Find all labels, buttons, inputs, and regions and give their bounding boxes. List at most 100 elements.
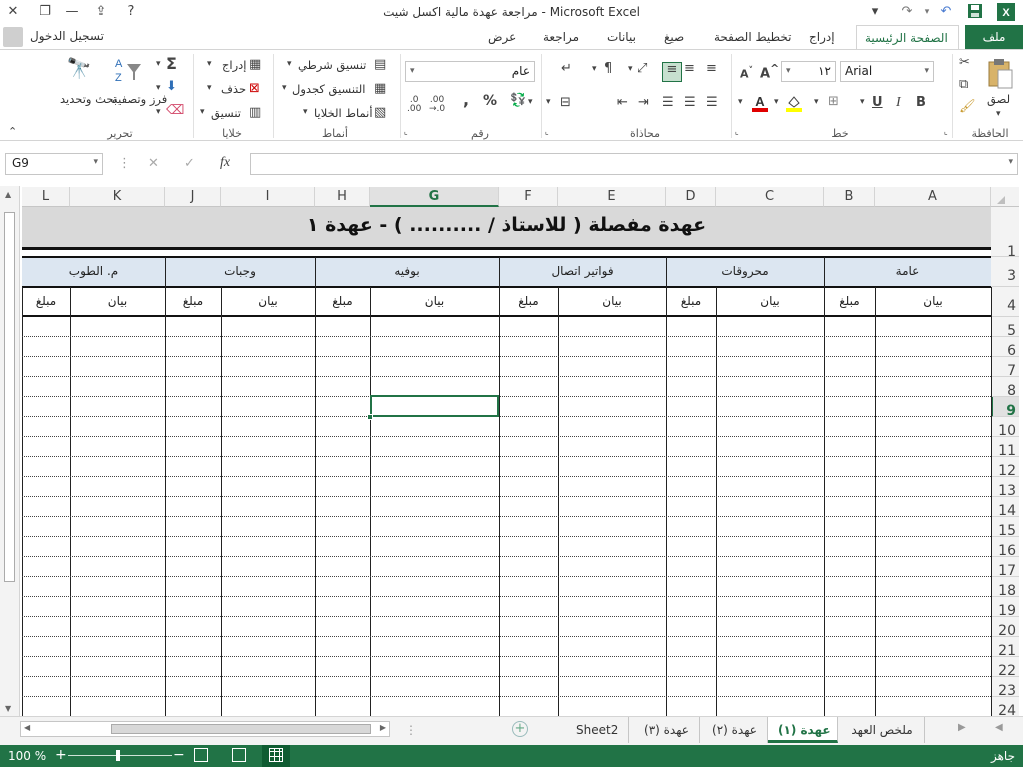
group-header-2[interactable]: فواتير اتصال <box>499 264 666 278</box>
row-header-9[interactable]: 9 <box>991 397 1019 419</box>
underline-icon[interactable]: U <box>872 96 883 109</box>
subheader-k[interactable]: بيان <box>70 294 165 308</box>
row-header-13[interactable]: 13 <box>991 477 1019 499</box>
increase-indent-icon[interactable]: ⇥ <box>638 96 649 109</box>
tab-file[interactable]: ملف <box>965 25 1023 49</box>
sheet-tab-3[interactable]: عهدة (٣) <box>634 717 700 743</box>
shrink-font-icon[interactable]: A˅ <box>740 66 753 80</box>
row-header-7[interactable]: 7 <box>991 357 1019 379</box>
paste-label[interactable]: لصق <box>987 92 1010 106</box>
new-sheet-icon[interactable]: + <box>512 721 528 737</box>
align-left-icon[interactable]: ☰ <box>662 96 674 109</box>
merge-dropdown-icon[interactable]: ▾ <box>546 98 551 107</box>
undo-icon[interactable]: ↶ <box>937 3 955 21</box>
wrap-text-icon[interactable]: ↵ <box>561 62 572 75</box>
row-header-16[interactable]: 16 <box>991 537 1019 559</box>
subheader-l[interactable]: مبلغ <box>22 294 70 308</box>
tab-insert[interactable]: إدراج <box>801 25 843 49</box>
subheader-h[interactable]: مبلغ <box>315 294 370 308</box>
column-header-b[interactable]: B <box>824 187 875 207</box>
group-header-1[interactable]: محروقات <box>666 264 824 278</box>
zoom-out-icon[interactable]: − <box>173 747 185 763</box>
number-format-box[interactable]: ▾ عام <box>405 61 535 82</box>
column-header-g[interactable]: G <box>370 187 499 207</box>
conditional-formatting-button[interactable]: تنسيق شرطي <box>298 58 366 72</box>
sheet-tab-sheet2[interactable]: Sheet2 <box>566 717 630 743</box>
conditional-formatting-icon[interactable]: ▤ <box>374 58 386 71</box>
subheader-a[interactable]: بيان <box>875 294 991 308</box>
column-header-l[interactable]: L <box>22 187 70 207</box>
format-as-table-icon[interactable]: ▦ <box>374 82 386 95</box>
subheader-c[interactable]: بيان <box>716 294 824 308</box>
row-header-18[interactable]: 18 <box>991 577 1019 599</box>
subheader-f[interactable]: مبلغ <box>499 294 558 308</box>
subheader-i[interactable]: بيان <box>221 294 315 308</box>
cell-styles-icon[interactable]: ▧ <box>374 106 386 119</box>
fill-color-icon[interactable] <box>785 94 803 115</box>
insert-function-icon[interactable]: fx <box>220 156 230 170</box>
font-size-box[interactable]: ▾ ١٢ <box>781 61 836 82</box>
column-header-d[interactable]: D <box>666 187 716 207</box>
page-break-view-icon[interactable] <box>194 748 208 762</box>
row-header-6[interactable]: 6 <box>991 337 1019 359</box>
save-icon[interactable] <box>966 3 984 21</box>
format-painter-icon[interactable]: 🖌 <box>959 100 976 113</box>
cancel-entry-icon[interactable]: ✕ <box>148 157 159 170</box>
customize-qat-icon[interactable]: ▾ <box>866 3 884 21</box>
scroll-right-icon[interactable]: ▶ <box>380 723 386 732</box>
tab-view[interactable]: عرض <box>480 25 524 49</box>
fat-dropdown-icon[interactable]: ▾ <box>282 84 287 93</box>
sheet-tab-summary[interactable]: ملخص العهد <box>840 717 925 743</box>
row-header-21[interactable]: 21 <box>991 637 1019 659</box>
find-select-icon[interactable]: 🔭 <box>64 58 94 78</box>
find-select-button[interactable]: بحث وتحديد <box>60 92 117 107</box>
subheader-e[interactable]: بيان <box>558 294 666 308</box>
align-bottom-icon[interactable]: ≡ <box>662 62 682 82</box>
enter-entry-icon[interactable]: ✓ <box>184 157 195 170</box>
grow-font-icon[interactable]: A^ <box>760 63 779 80</box>
group-header-0[interactable]: عامة <box>824 264 991 278</box>
column-header-f[interactable]: F <box>499 187 558 207</box>
zoom-in-icon[interactable]: + <box>55 747 67 763</box>
insert-cells-icon[interactable]: ▦ <box>249 58 261 71</box>
row-header-24[interactable]: 24 <box>991 697 1019 716</box>
normal-view-icon[interactable] <box>262 745 290 767</box>
font-color-dropdown-icon[interactable]: ▾ <box>738 98 743 107</box>
borders-icon[interactable]: ⊞ <box>828 95 839 108</box>
insert-dropdown-icon[interactable]: ▾ <box>207 60 212 69</box>
name-box[interactable]: G9 ▾ <box>5 153 103 175</box>
format-cells-icon[interactable]: ▥ <box>249 106 261 119</box>
column-header-e[interactable]: E <box>558 187 666 207</box>
cf-dropdown-icon[interactable]: ▾ <box>287 60 292 69</box>
row-header-3[interactable]: 3 <box>991 257 1019 287</box>
group-header-3[interactable]: بوفيه <box>315 264 499 278</box>
autosum-icon[interactable]: Σ <box>166 56 177 72</box>
group-header-4[interactable]: وجبات <box>165 264 315 278</box>
row-header-19[interactable]: 19 <box>991 597 1019 619</box>
sheet-tab-2[interactable]: عهدة (٢) <box>702 717 768 743</box>
clipboard-launcher-icon[interactable]: ⌞ <box>944 128 948 136</box>
column-header-j[interactable]: J <box>165 187 221 207</box>
subheader-g[interactable]: بيان <box>370 294 499 308</box>
paste-icon[interactable] <box>985 58 1015 92</box>
sort-filter-button[interactable]: فرز وتصفية <box>112 92 167 107</box>
decrease-decimal-icon[interactable]: .00 →.0 <box>429 96 445 114</box>
row-header-14[interactable]: 14 <box>991 497 1019 519</box>
row-header-17[interactable]: 17 <box>991 557 1019 579</box>
tab-page-layout[interactable]: تخطيط الصفحة <box>706 25 799 49</box>
currency-icon[interactable]: 💱 <box>510 94 526 107</box>
increase-decimal-icon[interactable]: .0.00 <box>407 96 421 114</box>
comma-icon[interactable]: , <box>463 92 469 108</box>
number-launcher-icon[interactable]: ⌞ <box>404 128 408 136</box>
tab-scroll-right-icon[interactable]: ▶ <box>958 722 966 733</box>
tab-data[interactable]: بيانات <box>599 25 644 49</box>
sheet-tab-1[interactable]: عهدة (١) <box>768 717 838 743</box>
group-header-5[interactable]: م. الطوب <box>22 264 165 278</box>
percent-icon[interactable]: % <box>483 94 497 108</box>
copy-icon[interactable]: ⧉ <box>959 78 968 91</box>
format-cells-button[interactable]: تنسيق <box>211 106 241 120</box>
delete-cells-icon[interactable]: ⊠ <box>249 82 260 95</box>
tab-review[interactable]: مراجعة <box>535 25 587 49</box>
subheader-d[interactable]: مبلغ <box>666 294 716 308</box>
merge-center-icon[interactable]: ⊟ <box>560 96 571 109</box>
